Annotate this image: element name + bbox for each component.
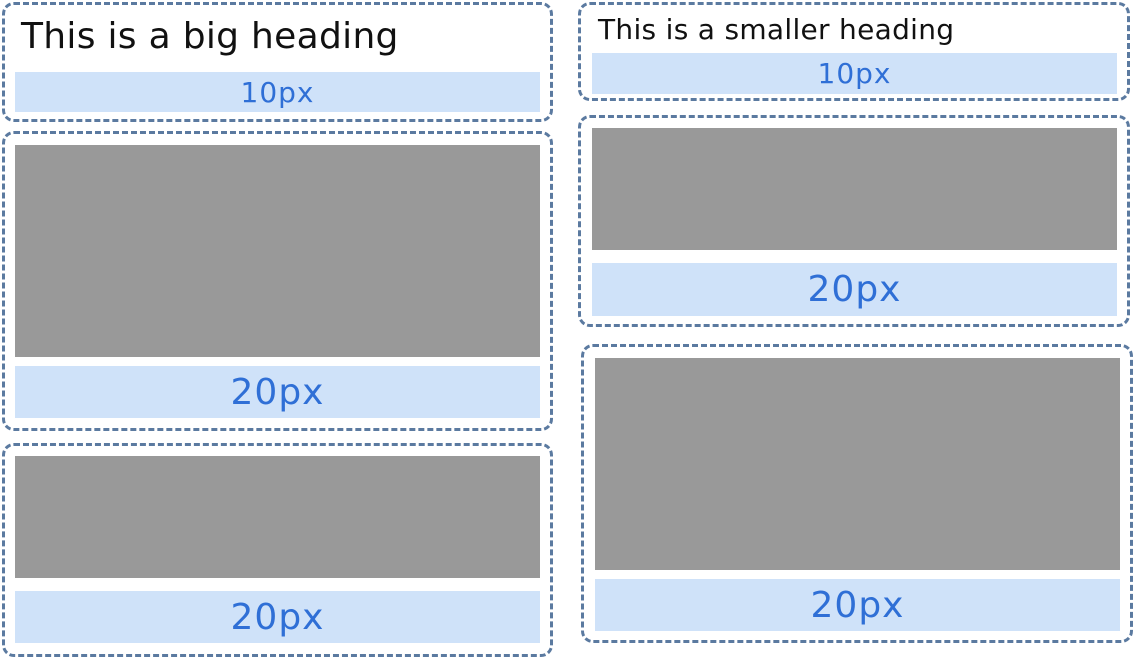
small-heading-spacer-label: 10px [592,53,1117,94]
right-image-placeholder-1 [592,128,1117,250]
left-block1-spacer-label: 20px [15,366,540,418]
left-image-placeholder-1 [15,145,540,357]
left-image-placeholder-2 [15,456,540,578]
right-block1-spacer-label: 20px [592,263,1117,316]
big-heading-spacer-label: 10px [15,72,540,112]
right-block2-spacer-label: 20px [595,579,1120,631]
spacing-diagram: This is a big heading 10px 20px 20px Thi… [0,0,1134,662]
small-heading: This is a smaller heading [598,13,955,46]
left-block2-spacer-label: 20px [15,591,540,643]
big-heading: This is a big heading [21,16,399,57]
right-image-placeholder-2 [595,358,1120,570]
